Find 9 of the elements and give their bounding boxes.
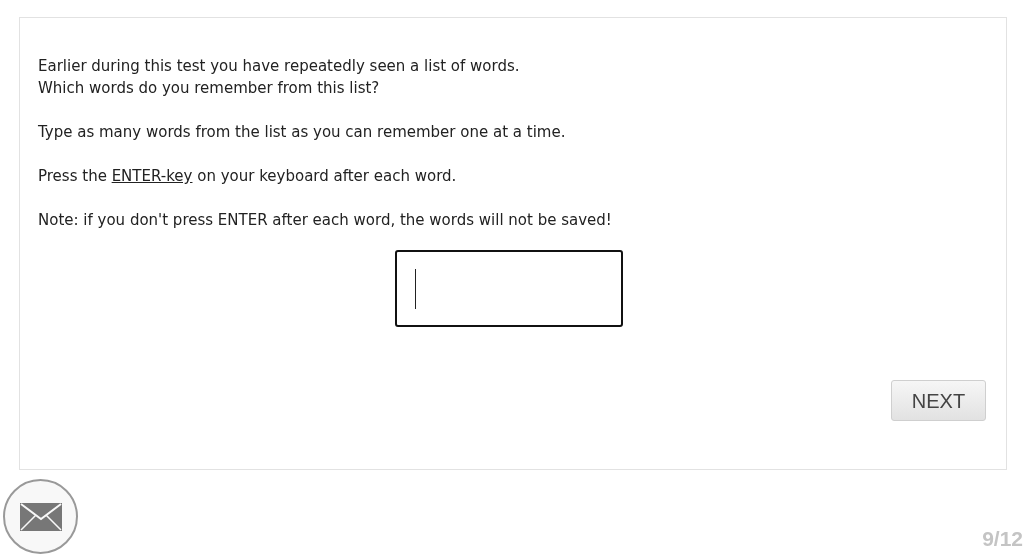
next-button[interactable]: NEXT xyxy=(891,380,986,421)
instruction-text: Press the ENTER-key on your keyboard after each word. xyxy=(38,166,458,187)
instruction-text: Note: if you don't press ENTER after each word, the words will not be saved! xyxy=(38,210,613,231)
instruction-text: Type as many words from the list as you can remember one at a time. xyxy=(38,122,567,143)
page-counter: 9/12 xyxy=(982,525,1023,552)
enter-key-link[interactable]: ENTER-key xyxy=(111,167,193,185)
answer-field[interactable] xyxy=(395,250,623,327)
instruction-text: Earlier during this test you have repeatedly seen a list of words. Which words do you remember from this list? xyxy=(38,56,521,99)
envelope-icon xyxy=(19,502,62,531)
